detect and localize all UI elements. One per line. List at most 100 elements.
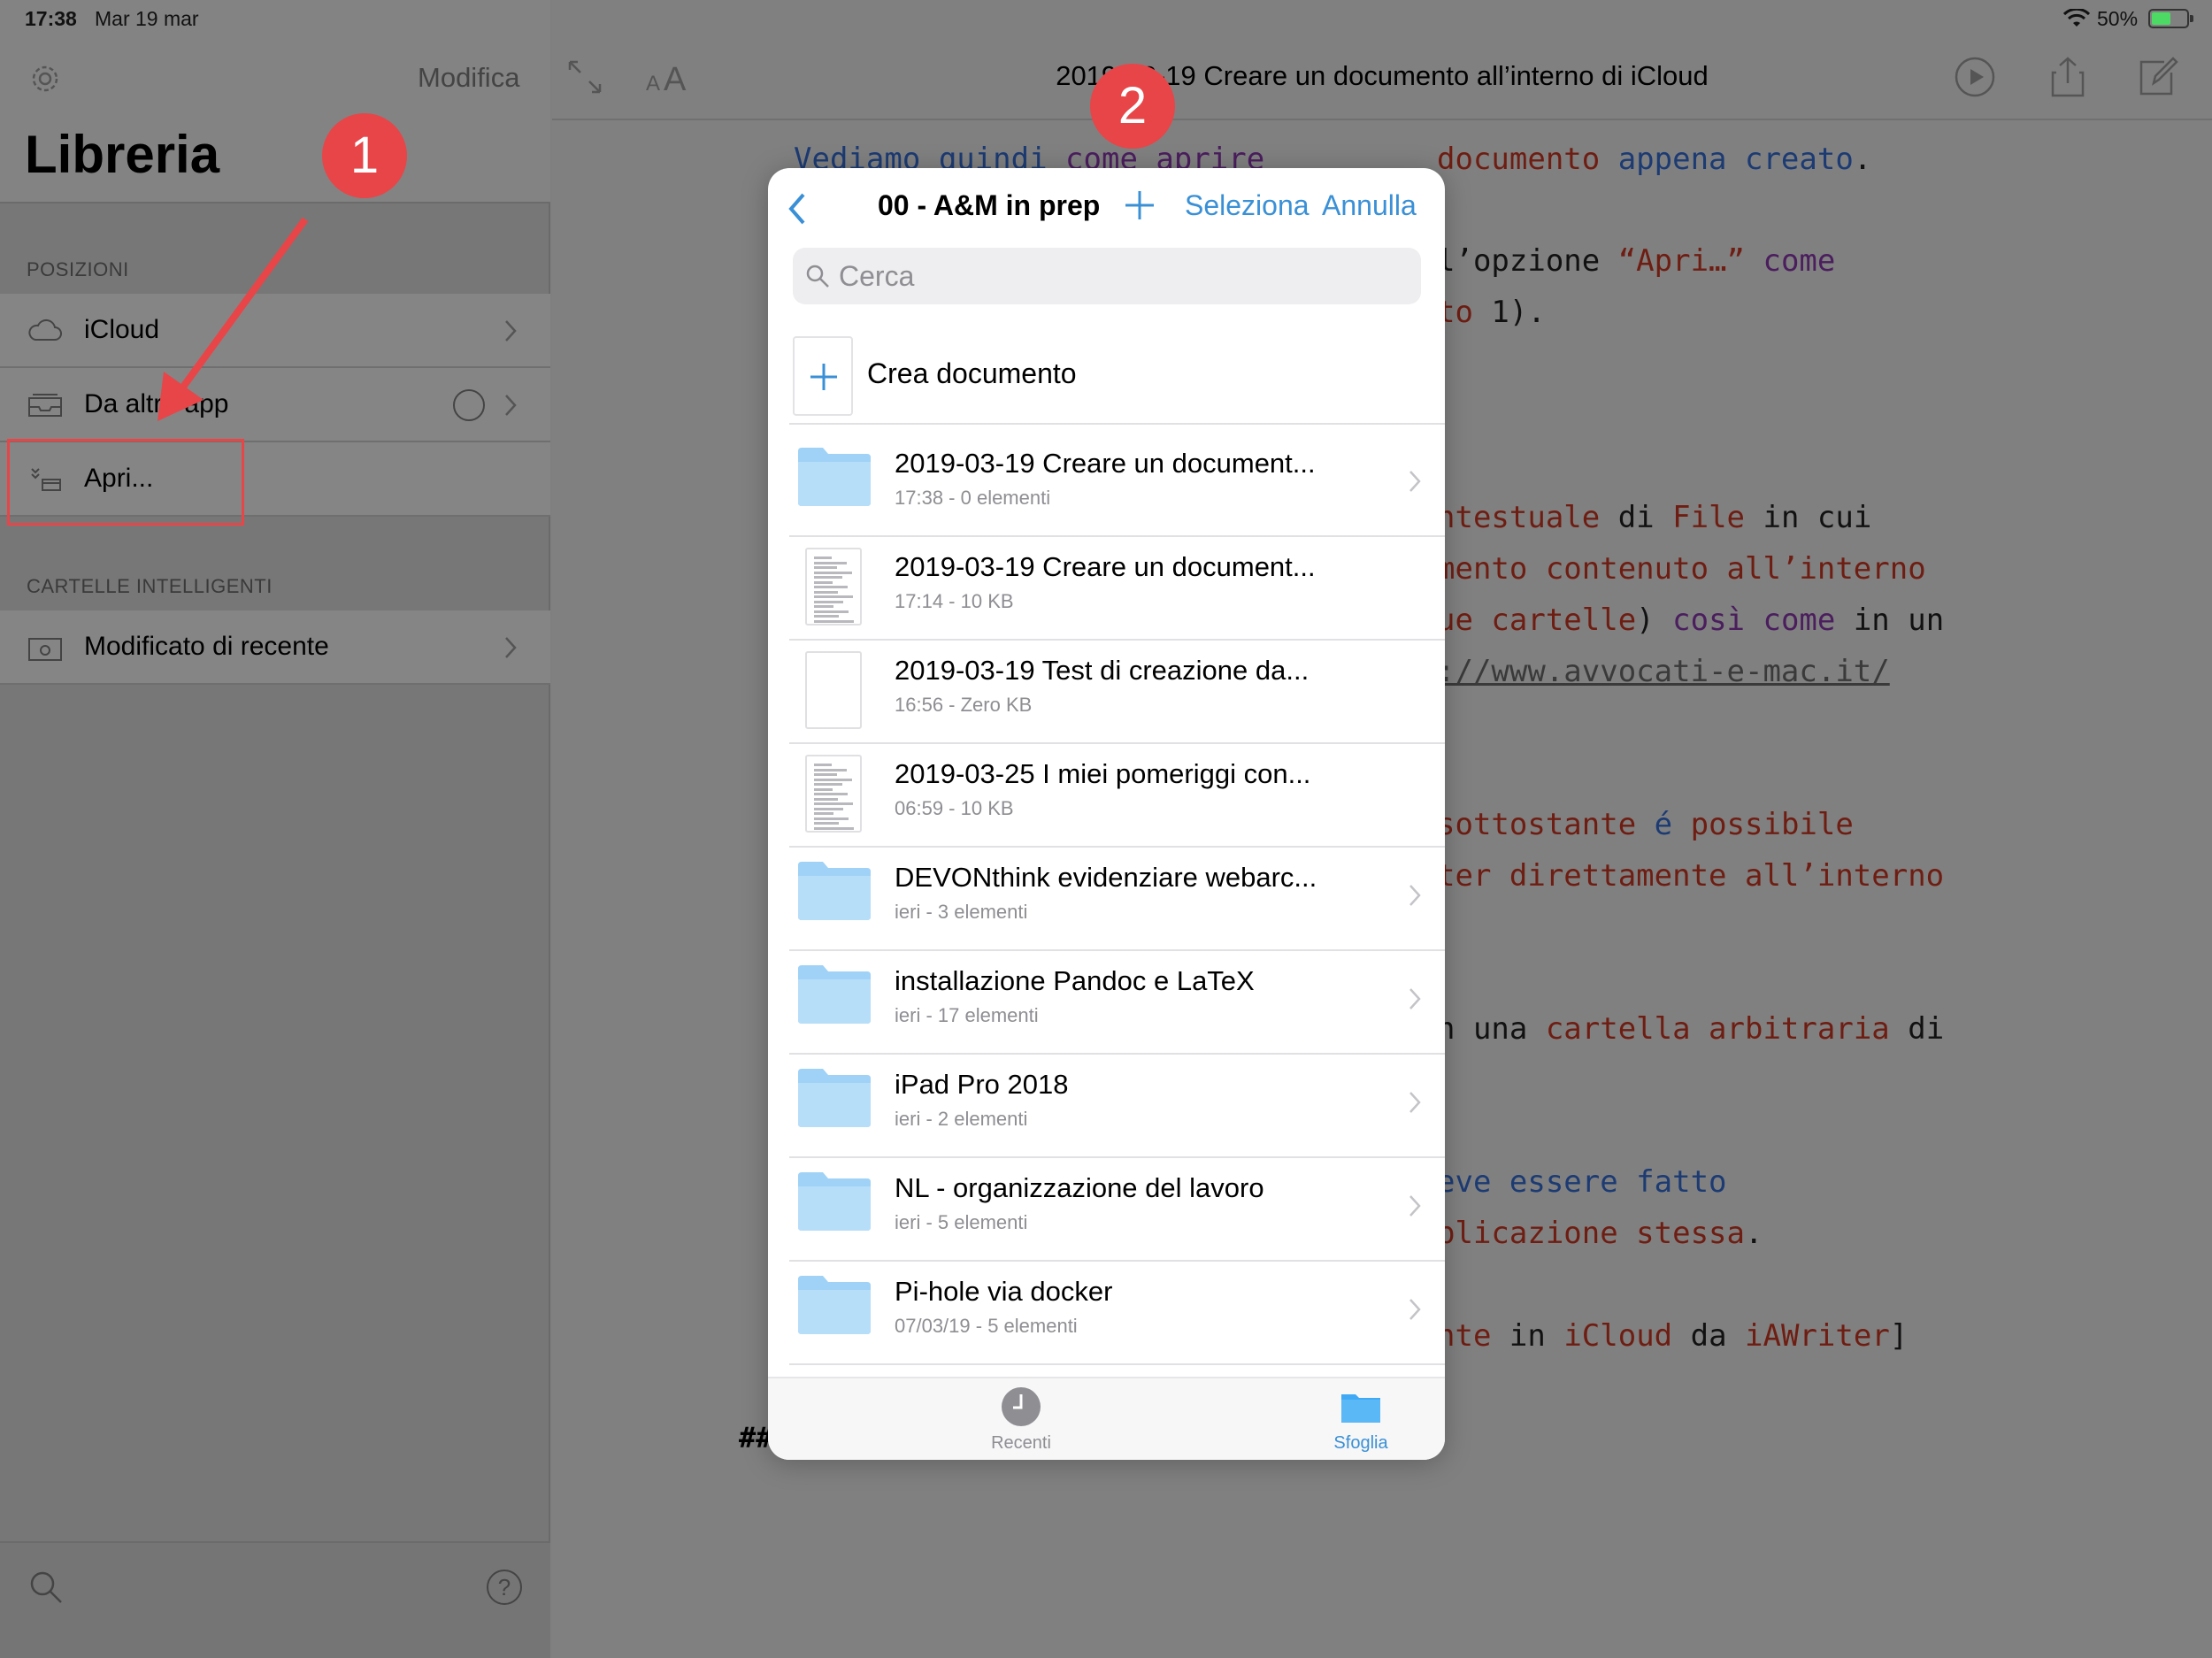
back-chevron-icon[interactable]	[784, 189, 810, 228]
file-row[interactable]: NL - organizzazione del lavoro ieri - 5 e…	[768, 1158, 1445, 1262]
sidebar-item-label: Modificato di recente	[84, 632, 329, 661]
chevron-right-icon	[1409, 471, 1421, 492]
tab-recent[interactable]: Recenti	[933, 1386, 1110, 1456]
search-field[interactable]	[793, 248, 1421, 304]
plus-icon	[810, 364, 837, 390]
recent-folder-icon	[28, 638, 62, 661]
file-name: 2019-03-19 Creare un document...	[895, 448, 1316, 479]
chevron-right-icon	[1409, 1299, 1421, 1320]
folder-icon	[798, 1069, 871, 1127]
sidebar-item-label: Da altre app	[84, 389, 229, 418]
doc-text-line: l’opzione “Apri…” come	[1437, 243, 1836, 279]
doc-text-line: ter direttamente all’interno	[1437, 858, 1945, 894]
file-row[interactable]: 2019-03-19 Creare un document... 17:14 - …	[768, 537, 1445, 641]
highlight-box	[7, 439, 244, 526]
blank-document-icon	[805, 651, 862, 729]
search-icon[interactable]	[28, 1570, 64, 1605]
file-row[interactable]: 2019-03-19 Test di creazione da... 16:56 …	[768, 641, 1445, 744]
wifi-icon	[2063, 9, 2090, 27]
create-document-row[interactable]: Crea documento	[789, 336, 1445, 425]
help-icon[interactable]: ?	[487, 1570, 522, 1605]
file-row[interactable]: 2019-03-25 I miei pomeriggi con... 06:59 …	[768, 744, 1445, 848]
file-name: 2019-03-25 I miei pomeriggi con...	[895, 758, 1311, 789]
battery-percent: 50%	[2097, 7, 2139, 30]
file-row[interactable]: 2019-03-19 Creare un document... 17:38 - …	[768, 434, 1445, 537]
search-icon	[806, 265, 829, 288]
file-meta: 06:59 - 10 KB	[895, 797, 1014, 819]
chevron-right-icon	[1409, 885, 1421, 906]
locations-header: POSIZIONI	[27, 258, 129, 280]
chevron-right-icon	[505, 637, 517, 658]
edit-button[interactable]: Modifica	[418, 62, 519, 94]
doc-text-line: plicazione stessa.	[1437, 1216, 1763, 1251]
sidebar-item-icloud[interactable]: iCloud	[0, 294, 550, 368]
gear-icon[interactable]	[28, 62, 62, 96]
tab-label: Sfoglia	[1333, 1433, 1388, 1453]
file-row[interactable]: iPad Pro 2018 ieri - 2 elementi	[768, 1055, 1445, 1158]
cloud-icon	[28, 319, 62, 341]
file-meta: ieri - 5 elementi	[895, 1211, 1028, 1233]
sidebar-item-other-apps[interactable]: Da altre app	[0, 368, 550, 442]
file-picker-modal: 00 - A&M in prep Seleziona Annulla Crea …	[768, 168, 1445, 1460]
file-row[interactable]: installazione Pandoc e LaTeX ieri - 17 el…	[768, 951, 1445, 1055]
inbox-icon	[28, 394, 62, 417]
select-button[interactable]: Seleziona	[1185, 189, 1310, 222]
folder-icon	[798, 1276, 871, 1334]
doc-text-line: documento appena creato.	[1437, 142, 1872, 177]
page-title: Libreria	[25, 125, 220, 184]
folder-icon	[798, 448, 871, 506]
doc-text-line: to 1).	[1437, 295, 1546, 330]
file-meta: ieri - 17 elementi	[895, 1004, 1039, 1026]
doc-text-line: ntestuale di File in cui	[1437, 500, 1872, 535]
file-meta: ieri - 2 elementi	[895, 1108, 1028, 1130]
create-document-label: Crea documento	[867, 357, 1077, 389]
document-thumbnail-icon	[805, 755, 862, 833]
doc-text-line: sottostante é possibile	[1437, 807, 1854, 842]
picker-folder-title: 00 - A&M in prep	[878, 189, 1101, 221]
file-row[interactable]: DEVONthink evidenziare webarc... ieri - 3…	[768, 848, 1445, 951]
status-date: Mar 19 mar	[95, 7, 199, 30]
step-badge-2: 2	[1090, 64, 1175, 149]
clock-icon	[1002, 1387, 1041, 1426]
file-meta: 07/03/19 - 5 elementi	[895, 1315, 1078, 1337]
sidebar-footer: ?	[0, 1541, 550, 1658]
search-input[interactable]	[839, 255, 1405, 297]
status-time: 17:38	[25, 7, 77, 30]
file-list: 2019-03-19 Creare un document... 17:38 - …	[768, 434, 1445, 1365]
folder-icon	[798, 862, 871, 920]
document-title: 2019-03-19 Creare un documento all’inter…	[1056, 60, 1709, 91]
file-name: DEVONthink evidenziare webarc...	[895, 862, 1317, 893]
file-meta: 16:56 - Zero KB	[895, 694, 1033, 716]
sidebar-item-recently-modified[interactable]: Modificato di recente	[0, 610, 550, 685]
plus-icon[interactable]	[1122, 188, 1157, 223]
chevron-right-icon	[1409, 1092, 1421, 1113]
chevron-right-icon	[1409, 988, 1421, 1009]
file-name: 2019-03-19 Creare un document...	[895, 551, 1316, 582]
tab-browse[interactable]: Sfoglia	[1272, 1386, 1445, 1456]
chevron-right-icon	[505, 395, 517, 416]
file-name: NL - organizzazione del lavoro	[895, 1172, 1264, 1203]
doc-text-line: ue cartelle) così come in un	[1437, 603, 1945, 638]
file-meta: 17:38 - 0 elementi	[895, 487, 1051, 509]
chevron-right-icon	[505, 320, 517, 342]
tab-label: Recenti	[991, 1433, 1051, 1453]
cancel-button[interactable]: Annulla	[1322, 189, 1417, 222]
file-row[interactable]: Pi-hole via docker 07/03/19 - 5 elementi	[768, 1262, 1445, 1365]
doc-text-line: eve essere fatto	[1437, 1164, 1727, 1200]
doc-text-line: ://www.avvocati-e-mac.it/	[1437, 654, 1890, 689]
selection-circle[interactable]	[453, 389, 485, 421]
file-meta: ieri - 3 elementi	[895, 901, 1028, 923]
smart-folders-header: CARTELLE INTELLIGENTI	[27, 575, 273, 597]
file-name: iPad Pro 2018	[895, 1069, 1069, 1100]
folder-icon	[798, 1172, 871, 1231]
file-name: 2019-03-19 Test di creazione da...	[895, 655, 1310, 686]
picker-tab-bar: Recenti Sfoglia	[768, 1377, 1445, 1460]
sidebar-item-label: iCloud	[84, 315, 160, 344]
file-name: Pi-hole via docker	[895, 1276, 1113, 1307]
doc-text-line: mento contenuto all’interno	[1437, 551, 1926, 587]
file-meta: 17:14 - 10 KB	[895, 590, 1014, 612]
picker-nav-bar: 00 - A&M in prep Seleziona Annulla	[768, 168, 1445, 248]
chevron-right-icon	[1409, 1195, 1421, 1217]
new-document-thumbnail	[793, 336, 853, 416]
file-name: installazione Pandoc e LaTeX	[895, 965, 1255, 996]
